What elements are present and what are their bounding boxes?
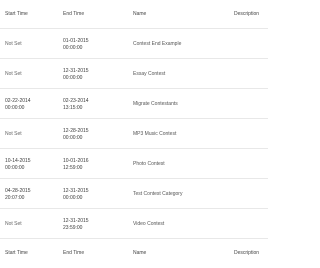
table-row[interactable]: Not Set 12-31-2015 00:00:00 Essay Contest: [0, 58, 268, 89]
column-header-start-time[interactable]: Start Time: [5, 11, 53, 18]
table-header-row: Start Time End Time Name Description: [0, 0, 268, 28]
column-footer-start-time[interactable]: Start Time: [5, 250, 53, 257]
contest-name[interactable]: Migrate Contestants: [133, 101, 233, 108]
column-header-description[interactable]: Description: [234, 11, 268, 18]
table-row[interactable]: 02-22-2014 00:00:00 02-23-2014 13:15:00 Mi…: [0, 88, 268, 119]
start-time-cell: Not Set: [5, 71, 22, 77]
table-row[interactable]: Not Set 12-28-2015 00:00:00 MP3 Music Con…: [0, 118, 268, 149]
table-row[interactable]: Not Set 12-31-2015 23:59:00 Video Contest: [0, 208, 268, 239]
contest-name[interactable]: Contest End Example: [133, 41, 233, 48]
end-time-cell: 12-31-2015 00:00:00: [63, 68, 89, 81]
table-row[interactable]: 10-14-2015 00:00:00 10-01-2016 12:59:00 Ph…: [0, 148, 268, 179]
table-row[interactable]: Not Set 01-01-2015 00:00:00 Contest End E…: [0, 28, 268, 59]
column-footer-description[interactable]: Description: [234, 250, 268, 257]
column-footer-end-time[interactable]: End Time: [63, 250, 113, 257]
start-time-cell: Not Set: [5, 131, 22, 137]
start-time-cell: Not Set: [5, 41, 22, 47]
table-footer-row: Start Time End Time Name Description: [0, 238, 268, 267]
start-time-cell: Not Set: [5, 221, 22, 227]
contest-name[interactable]: Video Contest: [133, 221, 233, 228]
contest-name[interactable]: Photo Contest: [133, 161, 233, 168]
start-time-cell: 02-22-2014 00:00:00: [5, 98, 31, 111]
column-header-name[interactable]: Name: [133, 11, 233, 18]
column-footer-name[interactable]: Name: [133, 250, 233, 257]
contest-name[interactable]: Essay Contest: [133, 71, 233, 78]
end-time-cell: 12-28-2015 00:00:00: [63, 128, 89, 141]
end-time-cell: 12-31-2015 00:00:00: [63, 188, 89, 201]
end-time-cell: 12-31-2015 23:59:00: [63, 218, 89, 231]
start-time-cell: 04-28-2015 20:07:00: [5, 188, 31, 201]
start-time-cell: 10-14-2015 00:00:00: [5, 158, 31, 171]
table-row[interactable]: 04-28-2015 20:07:00 12-31-2015 00:00:00 Te…: [0, 178, 268, 209]
column-header-end-time[interactable]: End Time: [63, 11, 113, 18]
end-time-cell: 02-23-2014 13:15:00: [63, 98, 89, 111]
contests-table: Start Time End Time Name Description Not…: [0, 0, 268, 268]
contest-name[interactable]: Test Contest Category: [133, 191, 233, 198]
end-time-cell: 01-01-2015 00:00:00: [63, 38, 89, 51]
end-time-cell: 10-01-2016 12:59:00: [63, 158, 89, 171]
contest-name[interactable]: MP3 Music Contest: [133, 131, 233, 138]
